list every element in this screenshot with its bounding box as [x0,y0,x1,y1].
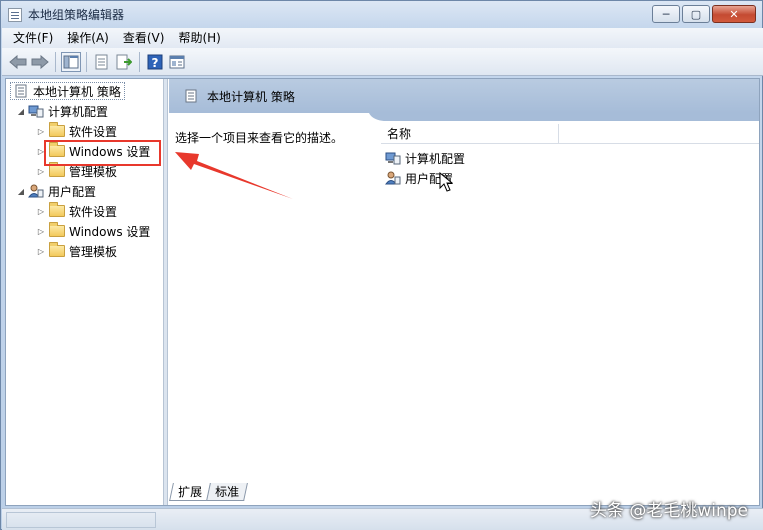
collapse-arrow-icon[interactable]: ◢ [16,187,26,196]
user-config-icon [28,184,44,198]
tree-user-admin-templates[interactable]: ▷ 管理模板 [36,242,117,260]
folder-icon [49,162,65,177]
annotation-highlight-box [44,140,161,166]
tree-computer-config-label: 计算机配置 [48,104,109,119]
tree-item-label: 软件设置 [69,124,118,139]
pane-splitter[interactable] [164,79,168,505]
computer-config-icon [385,151,401,165]
expand-arrow-icon[interactable]: ▷ [36,247,46,256]
tree-root-label: 本地计算机 策略 [33,84,121,99]
folder-icon [49,202,65,217]
tree-pane: 本地计算机 策略 ◢ 计算机配置 ▷ 软件设置 ▷ Windows 设置 ▷ 管… [6,79,164,505]
tab-extended[interactable]: 扩展 [169,483,211,501]
tree-computer-config[interactable]: ◢ 计算机配置 [16,102,108,120]
list-header: 名称 [381,123,759,144]
policy-document-icon [13,84,29,98]
list-item-label: 计算机配置 [405,151,466,166]
folder-icon [49,222,65,237]
menu-file[interactable]: 文件(F) [6,28,60,48]
tree-user-windows-settings[interactable]: ▷ Windows 设置 [36,222,150,240]
main-content: 本地计算机 策略 ◢ 计算机配置 ▷ 软件设置 ▷ Windows 设置 ▷ 管… [5,78,760,506]
forward-arrow-icon[interactable] [30,52,50,72]
column-header-name[interactable]: 名称 [381,123,559,144]
computer-config-icon [28,104,44,118]
tab-standard[interactable]: 标准 [206,483,248,501]
back-arrow-icon[interactable] [8,52,28,72]
menu-view[interactable]: 查看(V) [116,28,172,48]
policy-document-icon [183,89,199,103]
watermark-text: 头条 @老毛桃winpe [589,501,748,521]
menu-action[interactable]: 操作(A) [60,28,116,48]
tree-user-config[interactable]: ◢ 用户配置 [16,182,96,200]
toolbar-separator [55,51,56,72]
description-text: 选择一个项目来查看它的描述。 [175,131,344,145]
details-header: 本地计算机 策略 [169,79,759,113]
tree-item-label: 管理模板 [69,244,118,259]
folder-icon [49,122,65,137]
tree-user-software[interactable]: ▷ 软件设置 [36,202,117,220]
policy-editor-app-icon [8,7,22,22]
header-curve [369,113,759,121]
window-controls: ─ ▢ ✕ [652,5,756,23]
app-window: 本地组策略编辑器 ─ ▢ ✕ 文件(F) 操作(A) 查看(V) 帮助(H) ?… [0,0,763,530]
console-icon[interactable] [167,52,187,72]
tree-item-label: 软件设置 [69,204,118,219]
expand-arrow-icon[interactable]: ▷ [36,207,46,216]
close-button[interactable]: ✕ [712,5,756,23]
expand-arrow-icon[interactable]: ▷ [36,227,46,236]
details-pane: 本地计算机 策略 选择一个项目来查看它的描述。 名称 计算机配置 用户配置 扩展… [169,79,759,505]
toolbar-separator [86,51,87,72]
properties-icon[interactable] [92,52,112,72]
toolbar-separator [139,51,140,72]
user-config-icon [385,171,401,185]
expand-arrow-icon[interactable]: ▷ [36,167,46,176]
details-header-title: 本地计算机 策略 [207,89,295,104]
mouse-cursor-icon [439,172,453,192]
status-cell [6,512,156,528]
tree-user-config-label: 用户配置 [48,184,97,199]
menu-bar: 文件(F) 操作(A) 查看(V) 帮助(H) [2,28,763,48]
maximize-button[interactable]: ▢ [682,5,710,23]
window-title: 本地组策略编辑器 [28,8,125,22]
tree-computer-software[interactable]: ▷ 软件设置 [36,122,117,140]
title-bar[interactable]: 本地组策略编辑器 ─ ▢ ✕ [1,1,762,28]
tree-root[interactable]: 本地计算机 策略 [10,82,125,100]
help-icon[interactable]: ? [145,52,165,72]
svg-text:?: ? [152,56,159,70]
collapse-arrow-icon[interactable]: ◢ [16,107,26,116]
list-item-computer-config[interactable]: 计算机配置 [383,148,465,168]
show-hide-tree-icon[interactable] [61,51,81,72]
menu-help[interactable]: 帮助(H) [171,28,227,48]
view-tabs: 扩展 标准 [169,483,248,503]
tree-item-label: Windows 设置 [69,224,151,239]
toolbar: ? [2,48,763,76]
folder-icon [49,242,65,257]
expand-arrow-icon[interactable]: ▷ [36,127,46,136]
export-list-icon[interactable] [114,52,134,72]
minimize-button[interactable]: ─ [652,5,680,23]
